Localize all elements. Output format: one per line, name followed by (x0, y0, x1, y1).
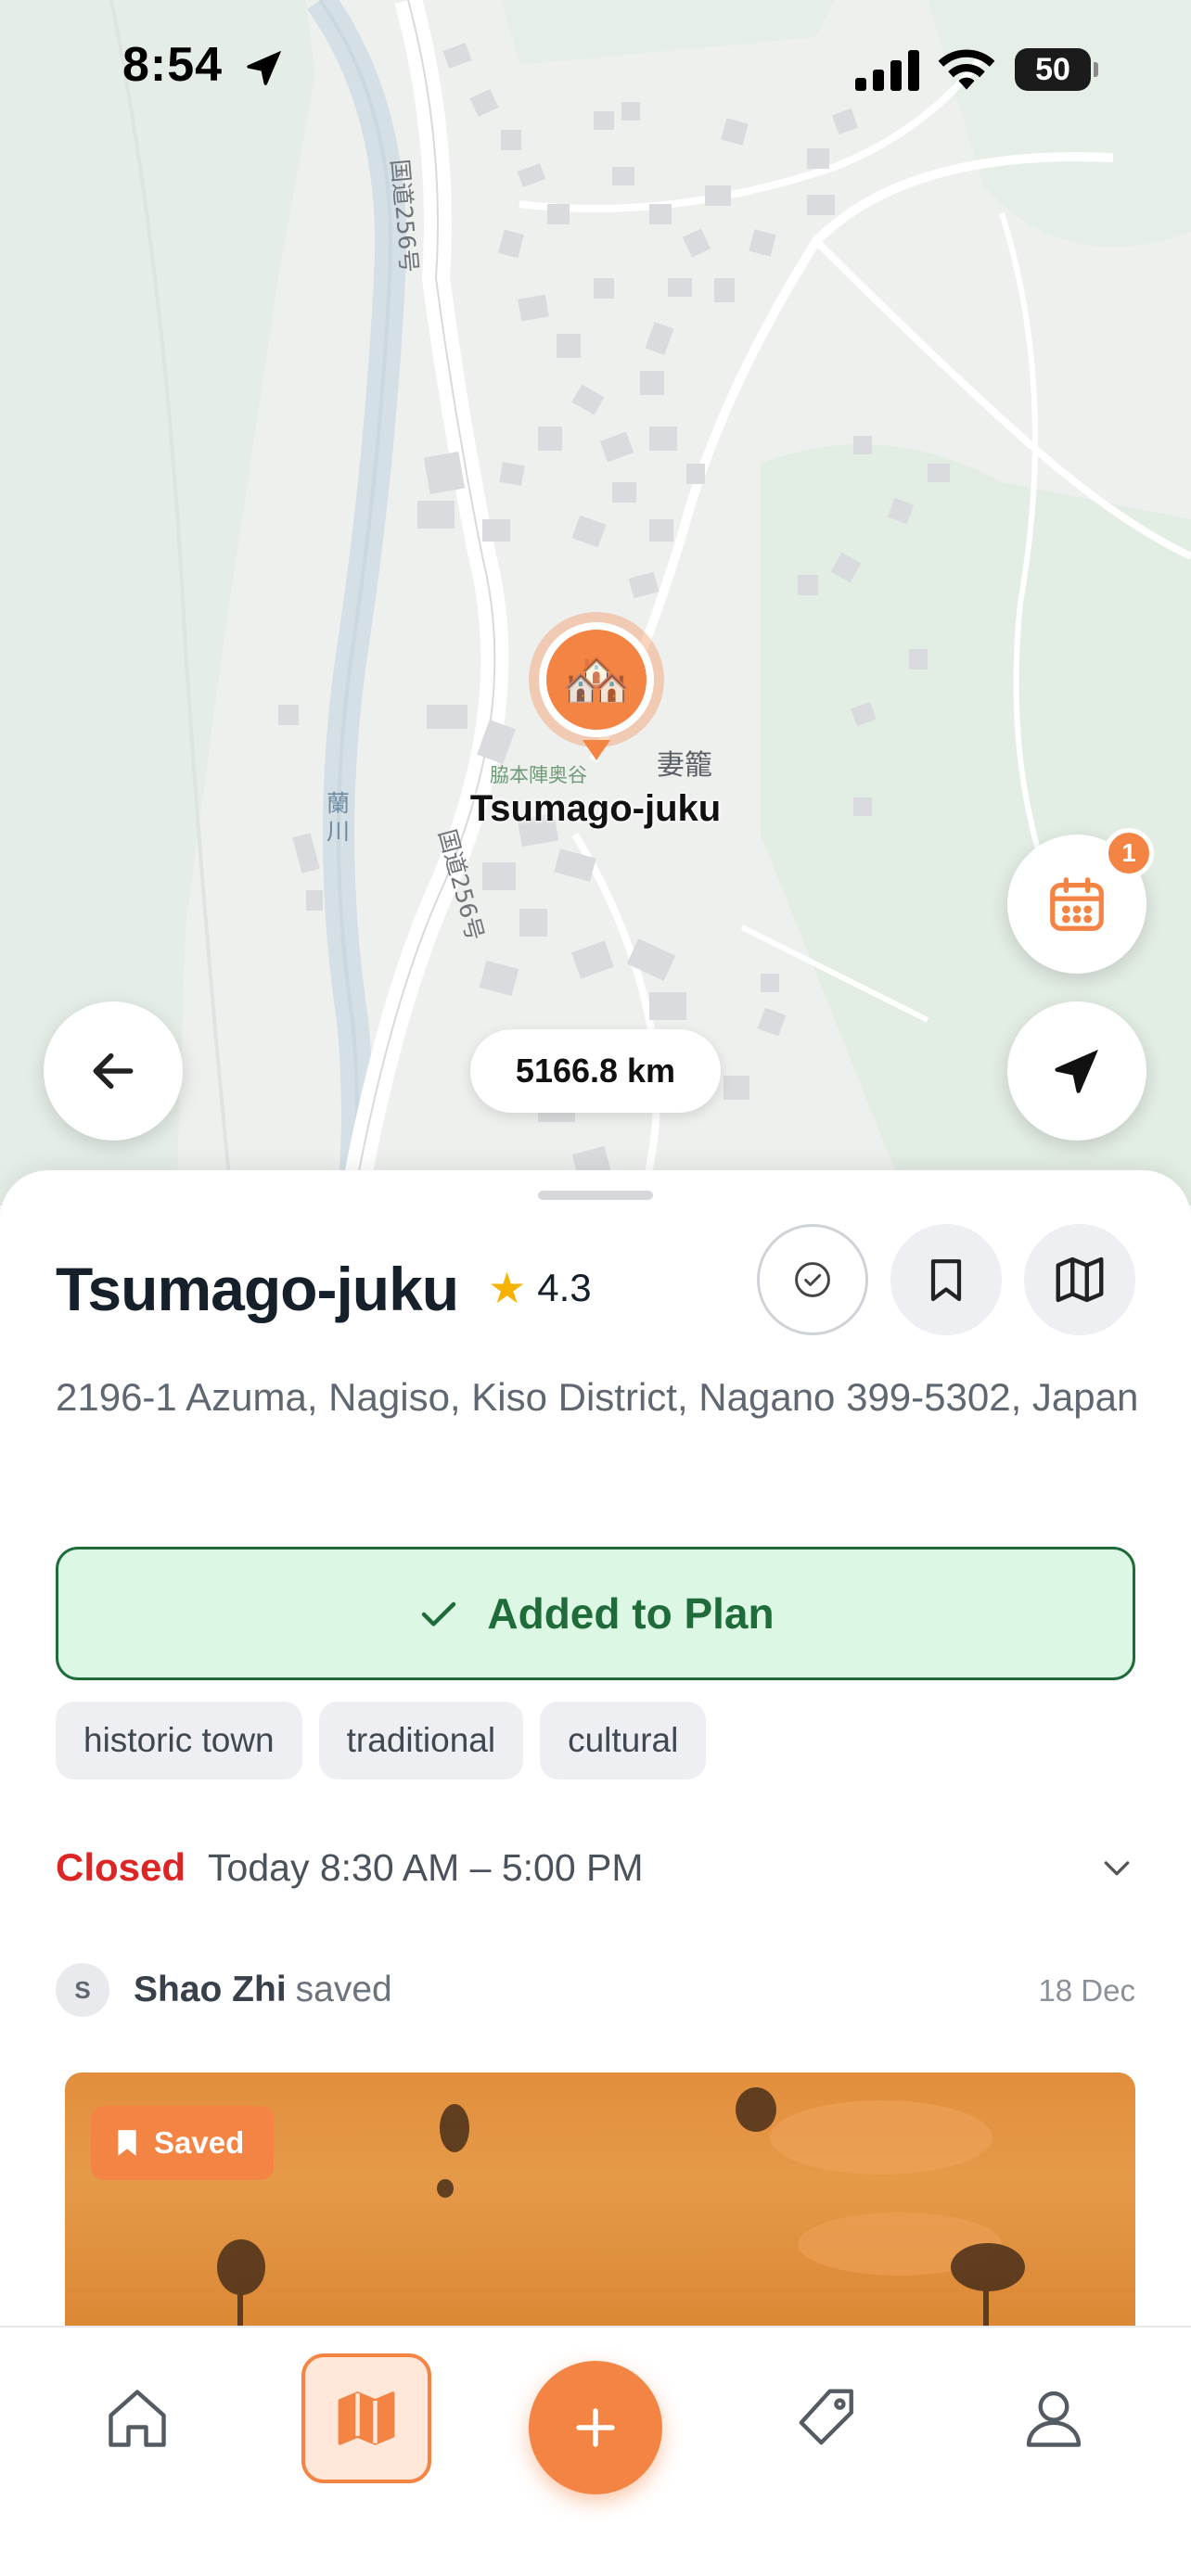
check-circle-icon (795, 1262, 830, 1297)
place-pin[interactable]: 🏘️ (529, 612, 664, 765)
tag-chip[interactable]: cultural (540, 1702, 707, 1779)
add-button[interactable] (529, 2361, 662, 2494)
tab-tags[interactable] (761, 2353, 890, 2483)
checkmark-icon (422, 1601, 456, 1626)
hours-status: Closed (56, 1845, 186, 1889)
signal-icon (855, 50, 919, 91)
calendar-icon (1050, 877, 1104, 931)
distance-pill: 5166.8 km (470, 1029, 721, 1113)
map-icon (338, 2391, 395, 2445)
tag-chip[interactable]: traditional (318, 1702, 524, 1779)
bottom-tab-bar (0, 2326, 1191, 2576)
map-icon (1056, 1256, 1104, 1303)
tag-list: historic town traditional cultural (56, 1702, 707, 1779)
place-address: 2196-1 Azuma, Nagiso, Kiso District, Nag… (56, 1375, 1139, 1419)
bookmark-button[interactable] (890, 1224, 1002, 1335)
pin-tail (583, 740, 610, 760)
wifi-icon (938, 49, 995, 90)
status-bar: 8:54 50 (0, 0, 1191, 139)
avatar[interactable]: S (56, 1963, 109, 2017)
place-detail-sheet: Tsumago-juku ★ 4.3 2196-1 Azuma, Nagiso,… (0, 1170, 1191, 2339)
location-arrow-icon (247, 50, 282, 85)
open-map-button[interactable] (1024, 1224, 1135, 1335)
mark-visited-button[interactable] (757, 1224, 868, 1335)
tab-map[interactable] (301, 2353, 431, 2483)
tag-icon (799, 2389, 853, 2445)
tab-home[interactable] (72, 2353, 202, 2483)
tag-chip[interactable]: historic town (56, 1702, 302, 1779)
added-to-plan-button[interactable]: Added to Plan (56, 1547, 1135, 1680)
saver-action: saved (295, 1970, 392, 2009)
arrow-left-icon (93, 1052, 134, 1090)
back-button[interactable] (44, 1001, 183, 1141)
river-label: 蘭川 (327, 790, 351, 845)
hours-text: Today 8:30 AM – 5:00 PM (208, 1845, 644, 1889)
map-background (0, 0, 1191, 1205)
pin-label: Tsumago-juku (469, 788, 722, 829)
saved-badge-label: Saved (154, 2125, 245, 2160)
chevron-down-icon (1104, 1861, 1130, 1876)
place-title: Tsumago-juku (56, 1255, 459, 1323)
rating-value: 4.3 (537, 1266, 592, 1309)
bookmark-icon (930, 1259, 962, 1302)
battery-indicator: 50 (1015, 48, 1098, 91)
sheet-grabber[interactable] (538, 1191, 653, 1200)
plus-icon (576, 2408, 615, 2447)
saver-name: Shao Zhi (134, 1970, 287, 2009)
place-photo[interactable]: Saved (65, 2072, 1135, 2339)
user-icon (1026, 2391, 1082, 2447)
added-to-plan-label: Added to Plan (487, 1589, 775, 1638)
calendar-count-badge: 1 (1104, 828, 1154, 878)
bookmark-filled-icon (118, 2130, 136, 2156)
saved-date: 18 Dec (1038, 1973, 1135, 2008)
home-icon (109, 2390, 166, 2447)
place-rating: ★ 4.3 (488, 1263, 592, 1313)
saved-by-row: S Shao Zhi saved 18 Dec (56, 1960, 1135, 2020)
map-view[interactable]: 国道256号 国道256号 蘭川 妻籠 脇本陣奥谷 🏘️ Tsumago-juk… (0, 0, 1191, 1205)
saved-badge: Saved (91, 2106, 275, 2180)
tab-profile[interactable] (989, 2353, 1119, 2483)
pin-circle: 🏘️ (539, 622, 654, 737)
houses-icon: 🏘️ (561, 648, 632, 710)
star-icon: ★ (488, 1264, 527, 1312)
place-label: 妻籠 (657, 749, 712, 782)
status-time: 8:54 (122, 38, 224, 92)
navigation-arrow-icon (1055, 1050, 1098, 1093)
opening-hours-row[interactable]: Closed Today 8:30 AM – 5:00 PM (56, 1830, 1135, 1905)
locate-button[interactable] (1007, 1001, 1146, 1141)
